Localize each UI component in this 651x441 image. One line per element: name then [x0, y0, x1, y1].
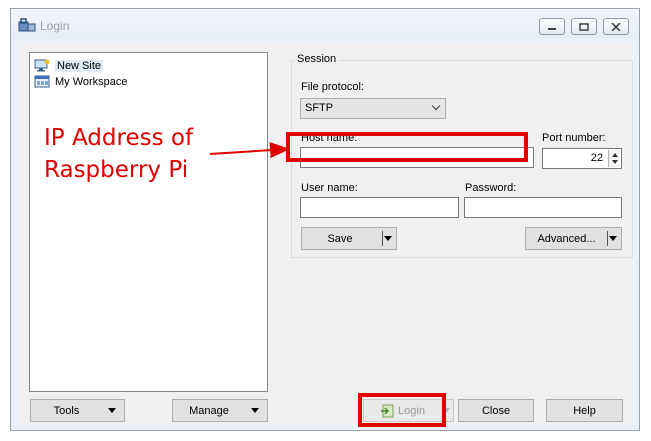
annotation-arrow-icon	[209, 142, 290, 159]
